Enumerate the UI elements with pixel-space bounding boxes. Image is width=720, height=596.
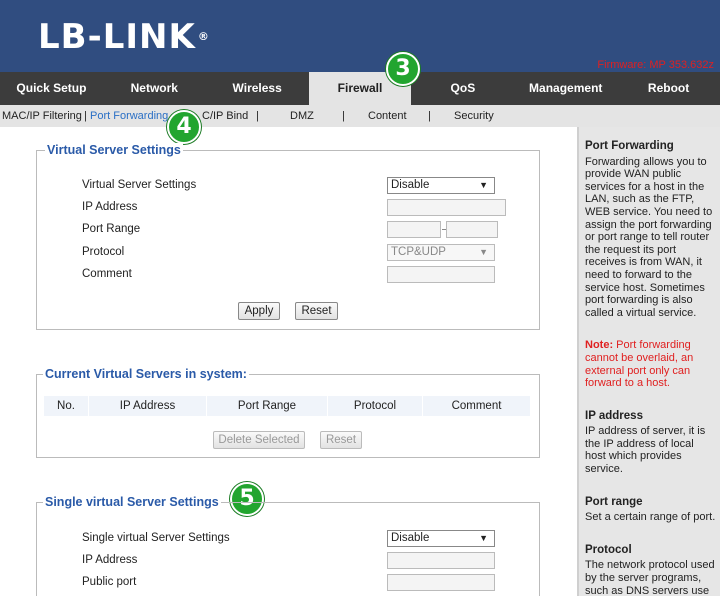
- single-ip-address-label: IP Address: [82, 554, 138, 566]
- subnav-separator: |: [256, 110, 259, 122]
- virtual-server-settings-label: Virtual Server Settings: [82, 179, 197, 191]
- help-ip-address-text: IP address of server, it is the IP addre…: [585, 425, 706, 476]
- public-port-input[interactable]: [387, 574, 495, 591]
- virtual-server-enable-select[interactable]: Disable ▼: [387, 177, 495, 194]
- tab-network[interactable]: Network: [103, 72, 206, 105]
- help-port-forwarding-text: Forwarding allows you to provide WAN pub…: [585, 155, 713, 319]
- ip-address-label: IP Address: [82, 201, 138, 213]
- current-virtual-servers-legend: Current Virtual Servers in system:: [43, 367, 249, 381]
- single-virtual-server-legend: Single virtual Server Settings: [43, 495, 221, 509]
- protocol-select[interactable]: TCP&UDP ▼: [387, 244, 495, 261]
- tab-wireless[interactable]: Wireless: [206, 72, 309, 105]
- subtab-port-forwarding[interactable]: Port Forwarding: [90, 105, 168, 127]
- subtab-mac-ip-bind[interactable]: C/IP Bind: [202, 105, 248, 127]
- tab-management[interactable]: Management: [514, 72, 617, 105]
- subtab-mac-ip-filtering[interactable]: MAC/IP Filtering: [2, 105, 82, 127]
- protocol-label: Protocol: [82, 246, 125, 258]
- public-port-label: Public port: [82, 576, 137, 588]
- column-header-no: No.: [44, 396, 89, 416]
- reset-button[interactable]: Reset: [295, 302, 338, 320]
- select-value: TCP&UDP: [391, 246, 446, 258]
- column-header-protocol: Protocol: [328, 396, 423, 416]
- port-range-end-input[interactable]: [446, 221, 498, 238]
- delete-selected-button[interactable]: Delete Selected: [213, 431, 305, 449]
- column-header-port-range: Port Range: [207, 396, 328, 416]
- column-header-comment: Comment: [423, 396, 530, 416]
- subtab-dmz[interactable]: DMZ: [290, 105, 314, 127]
- select-value: Disable: [391, 179, 430, 191]
- virtual-server-settings-legend: Virtual Server Settings: [45, 143, 183, 157]
- dropdown-arrow-icon: ▼: [479, 247, 488, 257]
- help-note: Note: Port forwarding cannot be overlaid…: [585, 339, 716, 389]
- tab-qos[interactable]: QoS: [411, 72, 514, 105]
- single-virtual-server-label: Single virtual Server Settings: [82, 532, 230, 544]
- header: LB-LINK ® Firmware: MP 353.632z: [0, 0, 720, 72]
- help-sidebar: Port Forwarding Forwarding allows you to…: [577, 127, 720, 596]
- registered-mark: ®: [197, 30, 210, 43]
- step-badge-3: 3: [386, 52, 420, 86]
- dropdown-arrow-icon: ▼: [479, 180, 488, 190]
- main-nav: Quick Setup Network Wireless Firewall Qo…: [0, 72, 720, 105]
- servers-table-header: No. IP Address Port Range Protocol Comme…: [44, 396, 530, 416]
- firmware-version: Firmware: MP 353.632z: [597, 59, 714, 71]
- step-badge-4: 4: [167, 110, 201, 144]
- subnav-separator: |: [342, 110, 345, 122]
- help-port-range-title: Port range: [585, 495, 643, 508]
- select-value: Disable: [391, 532, 430, 544]
- help-port-forwarding-title: Port Forwarding: [585, 140, 674, 152]
- ip-address-input[interactable]: [387, 199, 506, 216]
- help-protocol-text: The network protocol used by the server …: [585, 559, 715, 596]
- help-ip-address-title: IP address: [585, 409, 643, 422]
- table-reset-button[interactable]: Reset: [320, 431, 362, 449]
- help-protocol-title: Protocol: [585, 543, 632, 556]
- comment-input[interactable]: [387, 266, 495, 283]
- single-ip-address-input[interactable]: [387, 552, 495, 569]
- help-note-label: Note:: [585, 339, 614, 352]
- subnav-separator: |: [84, 110, 87, 122]
- port-range-start-input[interactable]: [387, 221, 441, 238]
- brand-logo: LB-LINK ®: [38, 17, 210, 57]
- dropdown-arrow-icon: ▼: [479, 533, 488, 543]
- subtab-content[interactable]: Content: [368, 105, 407, 127]
- tab-reboot[interactable]: Reboot: [617, 72, 720, 105]
- column-header-ip-address: IP Address: [89, 396, 207, 416]
- logo-text: LB-LINK: [38, 17, 196, 57]
- apply-button[interactable]: Apply: [238, 302, 280, 320]
- comment-label: Comment: [82, 268, 132, 280]
- subnav-separator: |: [428, 110, 431, 122]
- port-range-label: Port Range: [82, 223, 141, 235]
- tab-quick-setup[interactable]: Quick Setup: [0, 72, 103, 105]
- single-virtual-server-enable-select[interactable]: Disable ▼: [387, 530, 495, 547]
- subtab-security[interactable]: Security: [454, 105, 494, 127]
- help-port-range-text: Set a certain range of port.: [585, 511, 716, 524]
- sub-nav: MAC/IP Filtering | Port Forwarding C/IP …: [0, 105, 720, 127]
